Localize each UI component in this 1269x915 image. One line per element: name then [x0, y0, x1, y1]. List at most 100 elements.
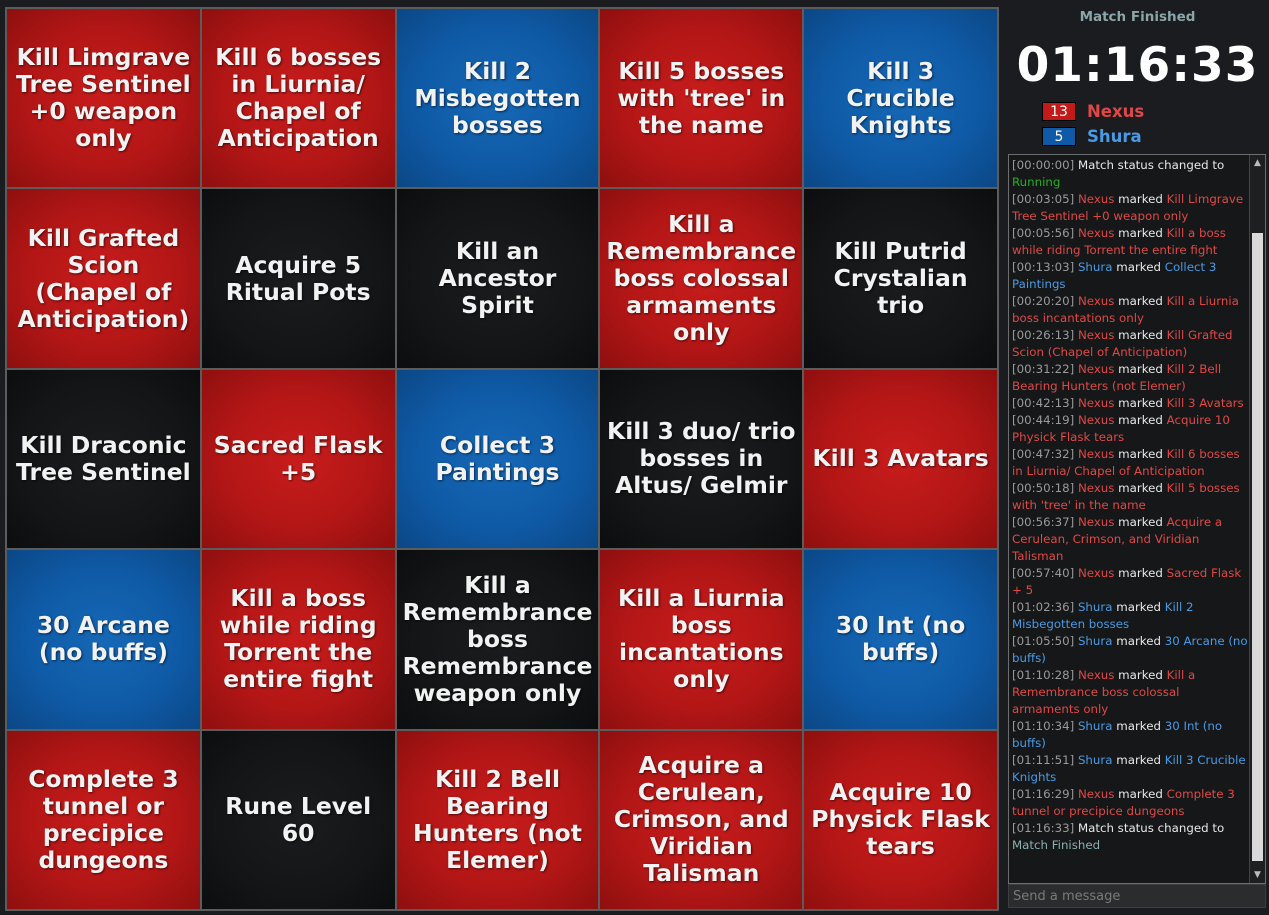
match-timer: 01:16:33 [1016, 38, 1259, 93]
chat-timestamp: [00:56:37] [1012, 515, 1075, 529]
scroll-up-icon[interactable]: ▲ [1250, 155, 1265, 171]
chat-player-name: Nexus [1077, 396, 1115, 410]
chat-player-name: Nexus [1077, 787, 1115, 801]
chat-entry: [00:57:40] Nexus marked Sacred Flask + 5 [1012, 565, 1250, 599]
team-name: Nexus [1087, 101, 1145, 121]
chat-goal: Kill 3 Avatars [1166, 396, 1244, 410]
chat-timestamp: [00:50:18] [1012, 481, 1075, 495]
bingo-cell[interactable]: Kill 3 duo/ trio bosses in Altus/ Gelmir [600, 369, 803, 549]
chat-timestamp: [01:02:36] [1012, 600, 1075, 614]
chat-verb: marked [1118, 566, 1163, 580]
bingo-cell[interactable]: 30 Int (no buffs) [804, 550, 997, 729]
chat-timestamp: [00:00:00] [1012, 158, 1075, 172]
chat-verb: marked [1118, 447, 1163, 461]
bingo-cell[interactable]: Rune Level 60 [201, 730, 395, 909]
bingo-cell[interactable]: Kill a Remembrance boss colossal armamen… [600, 189, 803, 368]
team-name: Shura [1087, 126, 1142, 146]
chat-status-value: Match Finished [1012, 838, 1101, 852]
chat-verb: marked [1118, 396, 1163, 410]
bingo-cell[interactable]: Acquire 10 Physick Flask tears [804, 730, 997, 909]
chat-timestamp: [01:10:34] [1012, 719, 1075, 733]
chat-verb: marked [1116, 260, 1161, 274]
chat-timestamp: [01:11:51] [1012, 753, 1075, 767]
chat-player-name: Shura [1077, 600, 1113, 614]
chat-entry: [01:10:34] Shura marked 30 Int (no buffs… [1012, 718, 1250, 752]
chat-status-value: Running [1012, 175, 1061, 189]
bingo-cell[interactable]: Acquire a Cerulean, Crimson, and Viridia… [600, 730, 803, 909]
chat-player-name: Nexus [1077, 192, 1115, 206]
bingo-cell[interactable]: Kill 3 Crucible Knights [804, 9, 997, 188]
chat-verb: marked [1116, 753, 1161, 767]
chat-entry: [00:42:13] Nexus marked Kill 3 Avatars [1012, 395, 1250, 412]
chat-entry: [01:10:28] Nexus marked Kill a Remembran… [1012, 667, 1250, 718]
bingo-cell[interactable]: Kill 2 Misbegotten bosses [396, 9, 599, 188]
bingo-cell[interactable]: Complete 3 tunnel or precipice dungeons [7, 730, 200, 909]
chat-player-name: Nexus [1077, 515, 1115, 529]
chat-status-text: Match status changed to [1077, 158, 1225, 172]
chat-verb: marked [1118, 787, 1163, 801]
chat-entry: [00:03:05] Nexus marked Kill Limgrave Tr… [1012, 191, 1250, 225]
chat-timestamp: [01:05:50] [1012, 634, 1075, 648]
chat-scrollbar[interactable]: ▲ ▼ [1249, 155, 1265, 883]
chat-entry: [00:31:22] Nexus marked Kill 2 Bell Bear… [1012, 361, 1250, 395]
bingo-cell[interactable]: Kill a Remembrance boss Remembrance weap… [396, 550, 599, 729]
bingo-cell[interactable]: Collect 3 Paintings [396, 369, 599, 549]
team-score-box: 13 [1042, 101, 1076, 121]
chat-entry: [00:13:03] Shura marked Collect 3 Painti… [1012, 259, 1250, 293]
chat-verb: marked [1116, 634, 1161, 648]
chat-log[interactable]: [00:00:00] Match status changed to Runni… [1008, 154, 1266, 884]
scroll-thumb[interactable] [1252, 233, 1263, 861]
scroll-down-icon[interactable]: ▼ [1250, 867, 1265, 883]
chat-timestamp: [00:47:32] [1012, 447, 1075, 461]
bingo-cell[interactable]: Acquire 5 Ritual Pots [201, 189, 395, 368]
chat-entry: [01:11:51] Shura marked Kill 3 Crucible … [1012, 752, 1250, 786]
chat-verb: marked [1118, 668, 1163, 682]
chat-verb: marked [1118, 192, 1163, 206]
bingo-cell[interactable]: Kill Putrid Crystalian trio [804, 189, 997, 368]
chat-timestamp: [00:20:20] [1012, 294, 1075, 308]
bingo-cell[interactable]: 30 Arcane (no buffs) [7, 550, 200, 729]
chat-entries: [00:00:00] Match status changed to Runni… [1012, 157, 1250, 854]
bingo-cell[interactable]: Kill 5 bosses with 'tree' in the name [600, 9, 803, 188]
chat-player-name: Shura [1077, 719, 1113, 733]
chat-verb: marked [1118, 362, 1163, 376]
bingo-cell[interactable]: Kill Grafted Scion (Chapel of Anticipati… [7, 189, 200, 368]
chat-timestamp: [01:16:29] [1012, 787, 1075, 801]
chat-player-name: Nexus [1077, 668, 1115, 682]
chat-verb: marked [1118, 226, 1163, 240]
chat-player-name: Nexus [1077, 362, 1115, 376]
bingo-board: Kill Limgrave Tree Sentinel +0 weapon on… [5, 7, 999, 911]
team-score-box: 5 [1042, 126, 1076, 146]
chat-entry: [00:56:37] Nexus marked Acquire a Cerule… [1012, 514, 1250, 565]
bingo-cell[interactable]: Sacred Flask +5 [201, 369, 395, 549]
chat-player-name: Nexus [1077, 226, 1115, 240]
bingo-cell[interactable]: Kill a Liurnia boss incantations only [600, 550, 803, 729]
bingo-cell[interactable]: Kill 2 Bell Bearing Hunters (not Elemer) [396, 730, 599, 909]
bingo-cell[interactable]: Kill 3 Avatars [804, 369, 997, 549]
chat-entry: [00:44:19] Nexus marked Acquire 10 Physi… [1012, 412, 1250, 446]
chat-verb: marked [1116, 600, 1161, 614]
chat-timestamp: [00:03:05] [1012, 192, 1075, 206]
chat-timestamp: [00:13:03] [1012, 260, 1075, 274]
chat-player-name: Nexus [1077, 566, 1115, 580]
chat-message-input[interactable] [1008, 884, 1266, 908]
chat-entry: [00:26:13] Nexus marked Kill Grafted Sci… [1012, 327, 1250, 361]
chat-entry: [00:00:00] Match status changed to Runni… [1012, 157, 1250, 191]
chat-player-name: Nexus [1077, 294, 1115, 308]
bingo-cell[interactable]: Kill 6 bosses in Liurnia/ Chapel of Anti… [201, 9, 395, 188]
chat-player-name: Shura [1077, 260, 1113, 274]
chat-player-name: Shura [1077, 753, 1113, 767]
chat-verb: marked [1118, 413, 1163, 427]
chat-player-name: Nexus [1077, 447, 1115, 461]
chat-status-text: Match status changed to [1077, 821, 1225, 835]
team-score-nexus: 13 Nexus [1042, 101, 1144, 121]
bingo-cell[interactable]: Kill Limgrave Tree Sentinel +0 weapon on… [7, 9, 200, 188]
bingo-cell[interactable]: Kill a boss while riding Torrent the ent… [201, 550, 395, 729]
team-score-shura: 5 Shura [1042, 126, 1142, 146]
chat-timestamp: [00:26:13] [1012, 328, 1075, 342]
chat-entry: [00:05:56] Nexus marked Kill a boss whil… [1012, 225, 1250, 259]
chat-timestamp: [00:42:13] [1012, 396, 1075, 410]
chat-entry: [01:16:29] Nexus marked Complete 3 tunne… [1012, 786, 1250, 820]
bingo-cell[interactable]: Kill an Ancestor Spirit [396, 189, 599, 368]
bingo-cell[interactable]: Kill Draconic Tree Sentinel [7, 369, 200, 549]
